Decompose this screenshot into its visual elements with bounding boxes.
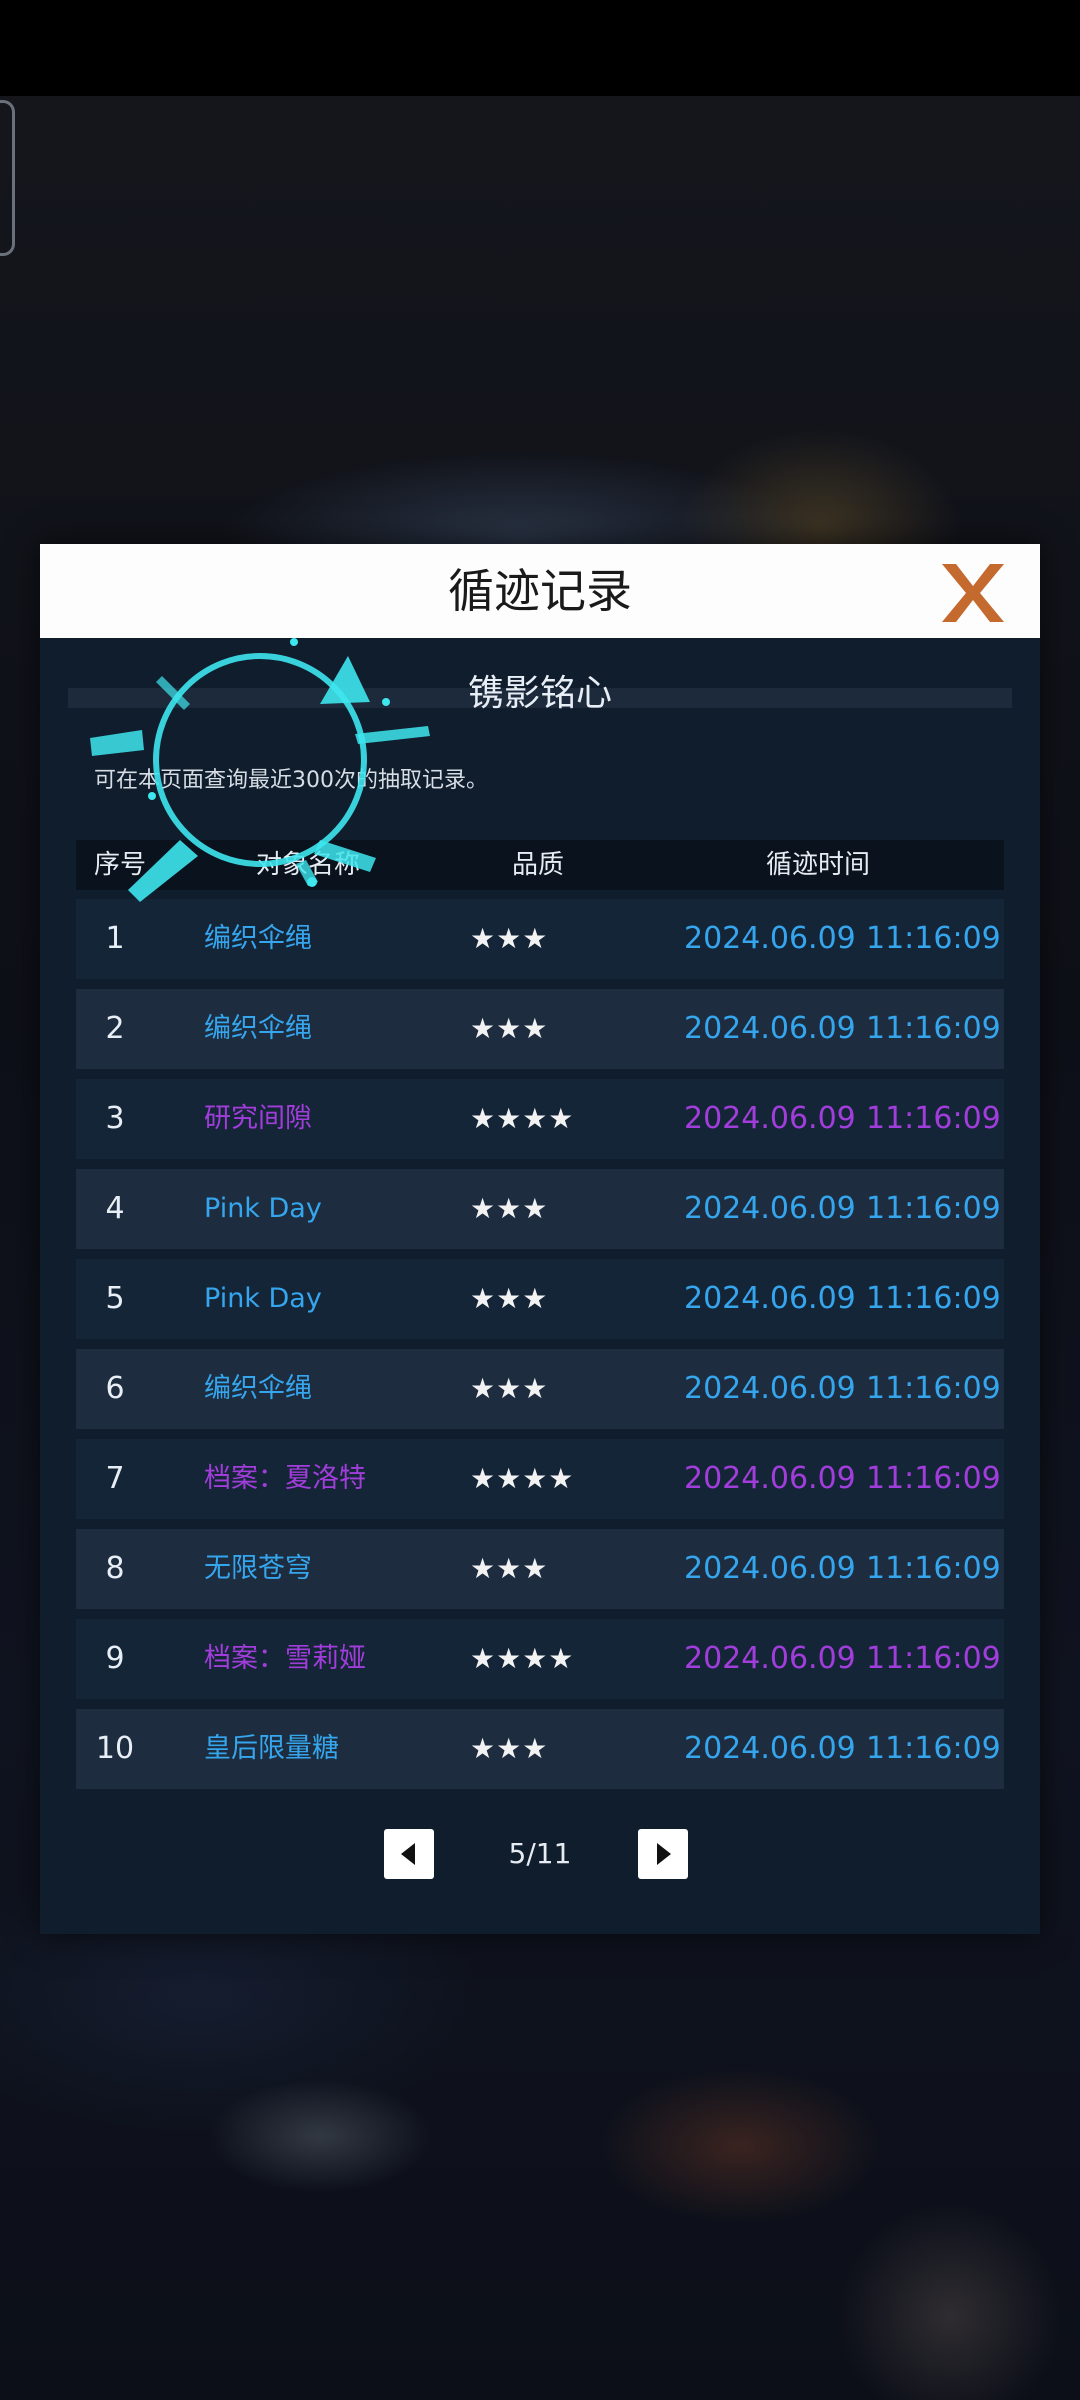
row-time: 11:16:09 xyxy=(866,1281,1001,1316)
triangle-right-icon xyxy=(657,1843,671,1865)
row-time: 11:16:09 xyxy=(866,1371,1001,1406)
row-item-name: 研究间隙 xyxy=(204,1103,312,1134)
table-row: 6 编织伞绳 ★★★ 2024.06.09 11:16:09 xyxy=(76,1349,1004,1429)
row-time: 11:16:09 xyxy=(866,1731,1001,1766)
row-item-name: 档案：雪莉娅 xyxy=(204,1643,366,1674)
close-button[interactable] xyxy=(936,558,1010,628)
edge-handle[interactable] xyxy=(0,100,15,256)
row-item-name: Pink Day xyxy=(204,1193,322,1224)
row-date: 2024.06.09 xyxy=(684,1551,856,1586)
triangle-left-icon xyxy=(401,1843,415,1865)
row-stars: ★★★★ xyxy=(470,1462,575,1495)
row-time: 11:16:09 xyxy=(866,1461,1001,1496)
row-stars: ★★★★ xyxy=(470,1102,575,1135)
row-date: 2024.06.09 xyxy=(684,1101,856,1136)
row-time: 11:16:09 xyxy=(866,1011,1001,1046)
row-time: 11:16:09 xyxy=(866,921,1001,956)
row-date: 2024.06.09 xyxy=(684,1731,856,1766)
table-row: 2 编织伞绳 ★★★ 2024.06.09 11:16:09 xyxy=(76,989,1004,1069)
table-row: 9 档案：雪莉娅 ★★★★ 2024.06.09 11:16:09 xyxy=(76,1619,1004,1699)
column-time: 循迹时间 xyxy=(766,850,871,880)
row-time: 11:16:09 xyxy=(866,1101,1001,1136)
row-stars: ★★★ xyxy=(470,922,549,955)
column-index: 序号 xyxy=(94,850,147,880)
row-index: 5 xyxy=(105,1281,125,1316)
row-stars: ★★★★ xyxy=(470,1642,575,1675)
row-date: 2024.06.09 xyxy=(684,1461,856,1496)
row-time: 11:16:09 xyxy=(866,1191,1001,1226)
dialog-title: 循迹记录 xyxy=(448,564,632,618)
row-item-name: 编织伞绳 xyxy=(204,1373,312,1404)
prev-page-button[interactable] xyxy=(384,1829,434,1879)
row-item-name: 编织伞绳 xyxy=(204,1013,312,1044)
history-hint: 可在本页面查询最近300次的抽取记录。 xyxy=(94,768,488,793)
table-row: 8 无限苍穹 ★★★ 2024.06.09 11:16:09 xyxy=(76,1529,1004,1609)
row-time: 11:16:09 xyxy=(866,1641,1001,1676)
row-index: 10 xyxy=(95,1731,135,1766)
row-index: 8 xyxy=(105,1551,125,1586)
row-item-name: 档案：夏洛特 xyxy=(204,1463,366,1494)
row-index: 4 xyxy=(105,1191,125,1226)
column-quality: 品质 xyxy=(512,850,565,880)
row-stars: ★★★ xyxy=(470,1192,549,1225)
row-index: 1 xyxy=(105,921,125,956)
row-time: 11:16:09 xyxy=(866,1551,1001,1586)
row-item-name: 编织伞绳 xyxy=(204,923,312,954)
table-row: 7 档案：夏洛特 ★★★★ 2024.06.09 11:16:09 xyxy=(76,1439,1004,1519)
row-item-name: 无限苍穹 xyxy=(204,1553,312,1584)
row-date: 2024.06.09 xyxy=(684,921,856,956)
row-date: 2024.06.09 xyxy=(684,1281,856,1316)
row-date: 2024.06.09 xyxy=(684,1191,856,1226)
row-index: 7 xyxy=(105,1461,125,1496)
row-date: 2024.06.09 xyxy=(684,1641,856,1676)
table-row: 10 皇后限量糖 ★★★ 2024.06.09 11:16:09 xyxy=(76,1709,1004,1789)
row-stars: ★★★ xyxy=(470,1282,549,1315)
row-item-name: 皇后限量糖 xyxy=(204,1733,339,1764)
page-indicator: 5/11 xyxy=(508,1837,572,1870)
row-item-name: Pink Day xyxy=(204,1283,322,1314)
table-row: 4 Pink Day ★★★ 2024.06.09 11:16:09 xyxy=(76,1169,1004,1249)
row-stars: ★★★ xyxy=(470,1012,549,1045)
row-index: 3 xyxy=(105,1101,125,1136)
pool-name: 镌影铭心 xyxy=(467,673,612,714)
table-row: 5 Pink Day ★★★ 2024.06.09 11:16:09 xyxy=(76,1259,1004,1339)
column-name: 对象名称 xyxy=(256,850,361,880)
table-header: 序号 对象名称 品质 循迹时间 xyxy=(76,840,1004,890)
table-row: 3 研究间隙 ★★★★ 2024.06.09 11:16:09 xyxy=(76,1079,1004,1159)
row-index: 9 xyxy=(105,1641,125,1676)
row-date: 2024.06.09 xyxy=(684,1011,856,1046)
row-stars: ★★★ xyxy=(470,1552,549,1585)
table-row: 1 编织伞绳 ★★★ 2024.06.09 11:16:09 xyxy=(76,899,1004,979)
row-index: 2 xyxy=(105,1011,125,1046)
close-icon xyxy=(942,564,1004,622)
row-stars: ★★★ xyxy=(470,1732,549,1765)
row-date: 2024.06.09 xyxy=(684,1371,856,1406)
next-page-button[interactable] xyxy=(638,1829,688,1879)
dialog-header: 循迹记录 xyxy=(40,544,1040,638)
status-bar xyxy=(0,0,1080,96)
row-index: 6 xyxy=(105,1371,125,1406)
gacha-history-dialog: 循迹记录 镌影铭心 可在本页面查询最近300次的抽取记录。 序号 对象名称 品质… xyxy=(40,544,1040,1934)
row-stars: ★★★ xyxy=(470,1372,549,1405)
